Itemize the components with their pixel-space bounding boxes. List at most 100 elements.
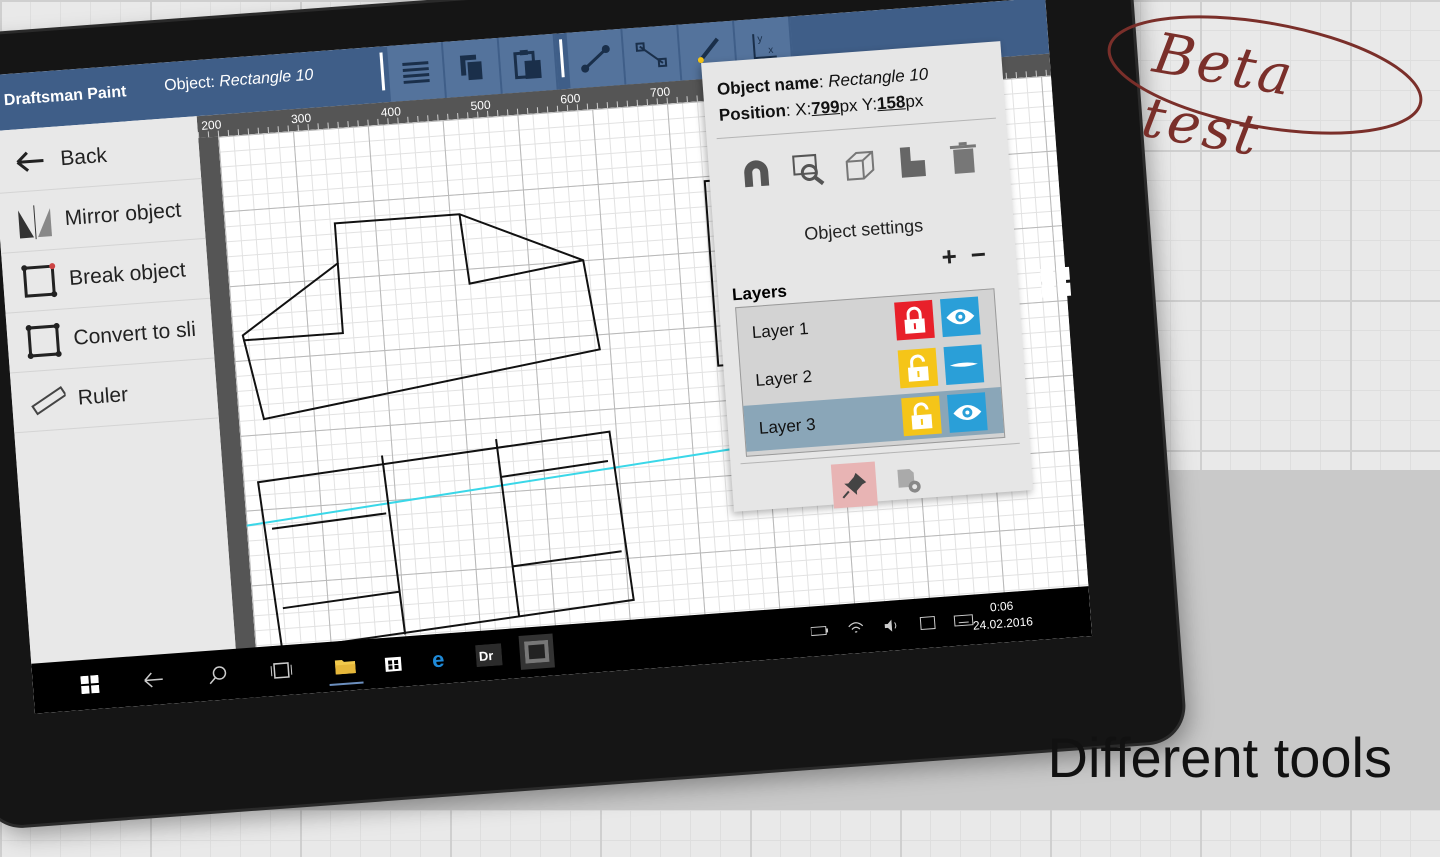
clock-date: 24.02.2016: [972, 614, 1034, 633]
tablet-device: Draftsman Paint Object: Rectangle 10 y x…: [0, 0, 1185, 828]
magnet-icon: [744, 160, 770, 188]
visibility-toggle[interactable]: [940, 296, 981, 338]
object-name-value: Rectangle 10: [827, 64, 929, 91]
eye-icon: [953, 405, 982, 421]
taskbar-edge[interactable]: e: [423, 641, 459, 677]
trash-icon: [949, 141, 976, 174]
step-shape-button[interactable]: [892, 142, 933, 183]
copy-button[interactable]: [442, 37, 503, 98]
lock-open-icon: [911, 402, 933, 430]
line-tool-button[interactable]: [566, 28, 627, 89]
visibility-toggle[interactable]: [947, 392, 988, 433]
svg-text:Dr: Dr: [478, 648, 494, 664]
system-clock[interactable]: 0:06 24.02.2016: [971, 596, 1033, 634]
lock-toggle[interactable]: [901, 395, 942, 437]
paste-button[interactable]: [498, 33, 559, 94]
windows-logo-icon: [1040, 266, 1072, 298]
eye-closed-icon: [949, 362, 978, 367]
cube-button[interactable]: [840, 145, 881, 186]
device-windows-button[interactable]: [1040, 266, 1072, 304]
battery-indicator[interactable]: [802, 613, 838, 649]
task-view-icon: [270, 662, 293, 679]
speaker-icon: [884, 619, 897, 632]
folder-icon: [334, 660, 356, 675]
layers-list: Layer 1 Layer 2 Layer 3: [735, 288, 1006, 457]
step-shape-icon: [899, 147, 926, 178]
toolbar-separator: [379, 52, 386, 91]
current-object-label: Object: Rectangle 10: [163, 66, 314, 95]
start-button[interactable]: [72, 666, 108, 702]
mirror-icon: [13, 200, 56, 243]
back-arrow-icon: [9, 140, 52, 183]
shape-polygon: [241, 213, 601, 421]
draftsman-app-icon: Dr: [475, 643, 503, 668]
copy-icon: [459, 54, 485, 83]
pin-icon: [842, 472, 867, 499]
shape-divider: [495, 438, 521, 617]
zoom-fit-button[interactable]: [788, 149, 829, 190]
shape-divider: [271, 512, 387, 530]
pin-button[interactable]: [830, 461, 878, 509]
svg-text:x: x: [768, 45, 774, 56]
layer-name: Layer 2: [754, 366, 813, 390]
delete-button[interactable]: [943, 138, 984, 179]
sidebar-item-label: Convert to sli: [72, 317, 197, 350]
shape-rectangle: [256, 430, 635, 652]
battery-icon: [810, 625, 829, 637]
task-view-button[interactable]: [263, 652, 299, 688]
taskbar-active-app[interactable]: [518, 633, 555, 670]
magnet-button[interactable]: [736, 153, 777, 194]
text-lines-button[interactable]: [386, 41, 447, 102]
gear-document-icon: [897, 468, 921, 493]
wifi-indicator[interactable]: [838, 610, 874, 646]
shape-divider: [513, 550, 622, 568]
paste-icon: [513, 49, 542, 80]
keyboard-icon: [953, 614, 974, 627]
toolbar-separator: [558, 39, 565, 78]
svg-text:e: e: [431, 647, 445, 671]
lock-closed-icon: [904, 306, 926, 334]
action-center-button[interactable]: [909, 605, 945, 641]
shape-divider: [501, 460, 609, 478]
shape-inner-line: [243, 263, 344, 342]
lock-toggle[interactable]: [894, 299, 935, 341]
layers-title: Layers: [731, 281, 788, 305]
sidebar-item-label: Back: [59, 143, 108, 171]
lock-open-icon: [907, 354, 929, 382]
sidebar-item-label: Break object: [68, 258, 187, 290]
store-bag-icon: [384, 656, 402, 672]
current-object-value: Rectangle 10: [218, 66, 314, 91]
tablet-screen: Draftsman Paint Object: Rectangle 10 y x…: [0, 0, 1093, 714]
taskbar-file-explorer[interactable]: [327, 647, 364, 686]
ruler-icon: [27, 379, 70, 422]
add-layer-button[interactable]: +: [940, 240, 971, 272]
search-button[interactable]: [199, 657, 235, 693]
position-y-value[interactable]: 158: [876, 92, 906, 113]
layer-settings-button[interactable]: [885, 458, 932, 505]
line-tool-icon: [581, 45, 610, 73]
eye-icon: [946, 309, 975, 325]
diagonal-tool-icon: [635, 42, 668, 68]
shape-divider: [282, 590, 401, 610]
taskbar-store[interactable]: [375, 644, 411, 680]
back-button[interactable]: [136, 662, 172, 698]
notification-icon: [919, 615, 936, 631]
visibility-toggle[interactable]: [943, 344, 985, 386]
object-properties-panel: Object name: Rectangle 10 Position: X:79…: [701, 41, 1034, 512]
edge-browser-icon: e: [431, 647, 445, 671]
position-x-value[interactable]: 799: [811, 97, 841, 118]
cube-icon: [845, 150, 875, 181]
diagonal-tool-button[interactable]: [622, 24, 683, 85]
svg-text:y: y: [757, 34, 763, 45]
sidebar-item-label: Ruler: [77, 382, 129, 410]
shape-divider: [380, 455, 407, 635]
taskbar-draftsman[interactable]: Dr: [471, 637, 507, 673]
lock-toggle[interactable]: [897, 347, 939, 389]
sidebar-item-label: Mirror object: [63, 198, 182, 231]
volume-indicator[interactable]: [874, 607, 910, 643]
remove-layer-button[interactable]: −: [970, 238, 1001, 270]
paint-app-icon: [523, 639, 550, 664]
back-arrow-icon: [144, 672, 163, 688]
app-title: Draftsman Paint: [3, 83, 127, 110]
text-lines-icon: [402, 61, 430, 84]
